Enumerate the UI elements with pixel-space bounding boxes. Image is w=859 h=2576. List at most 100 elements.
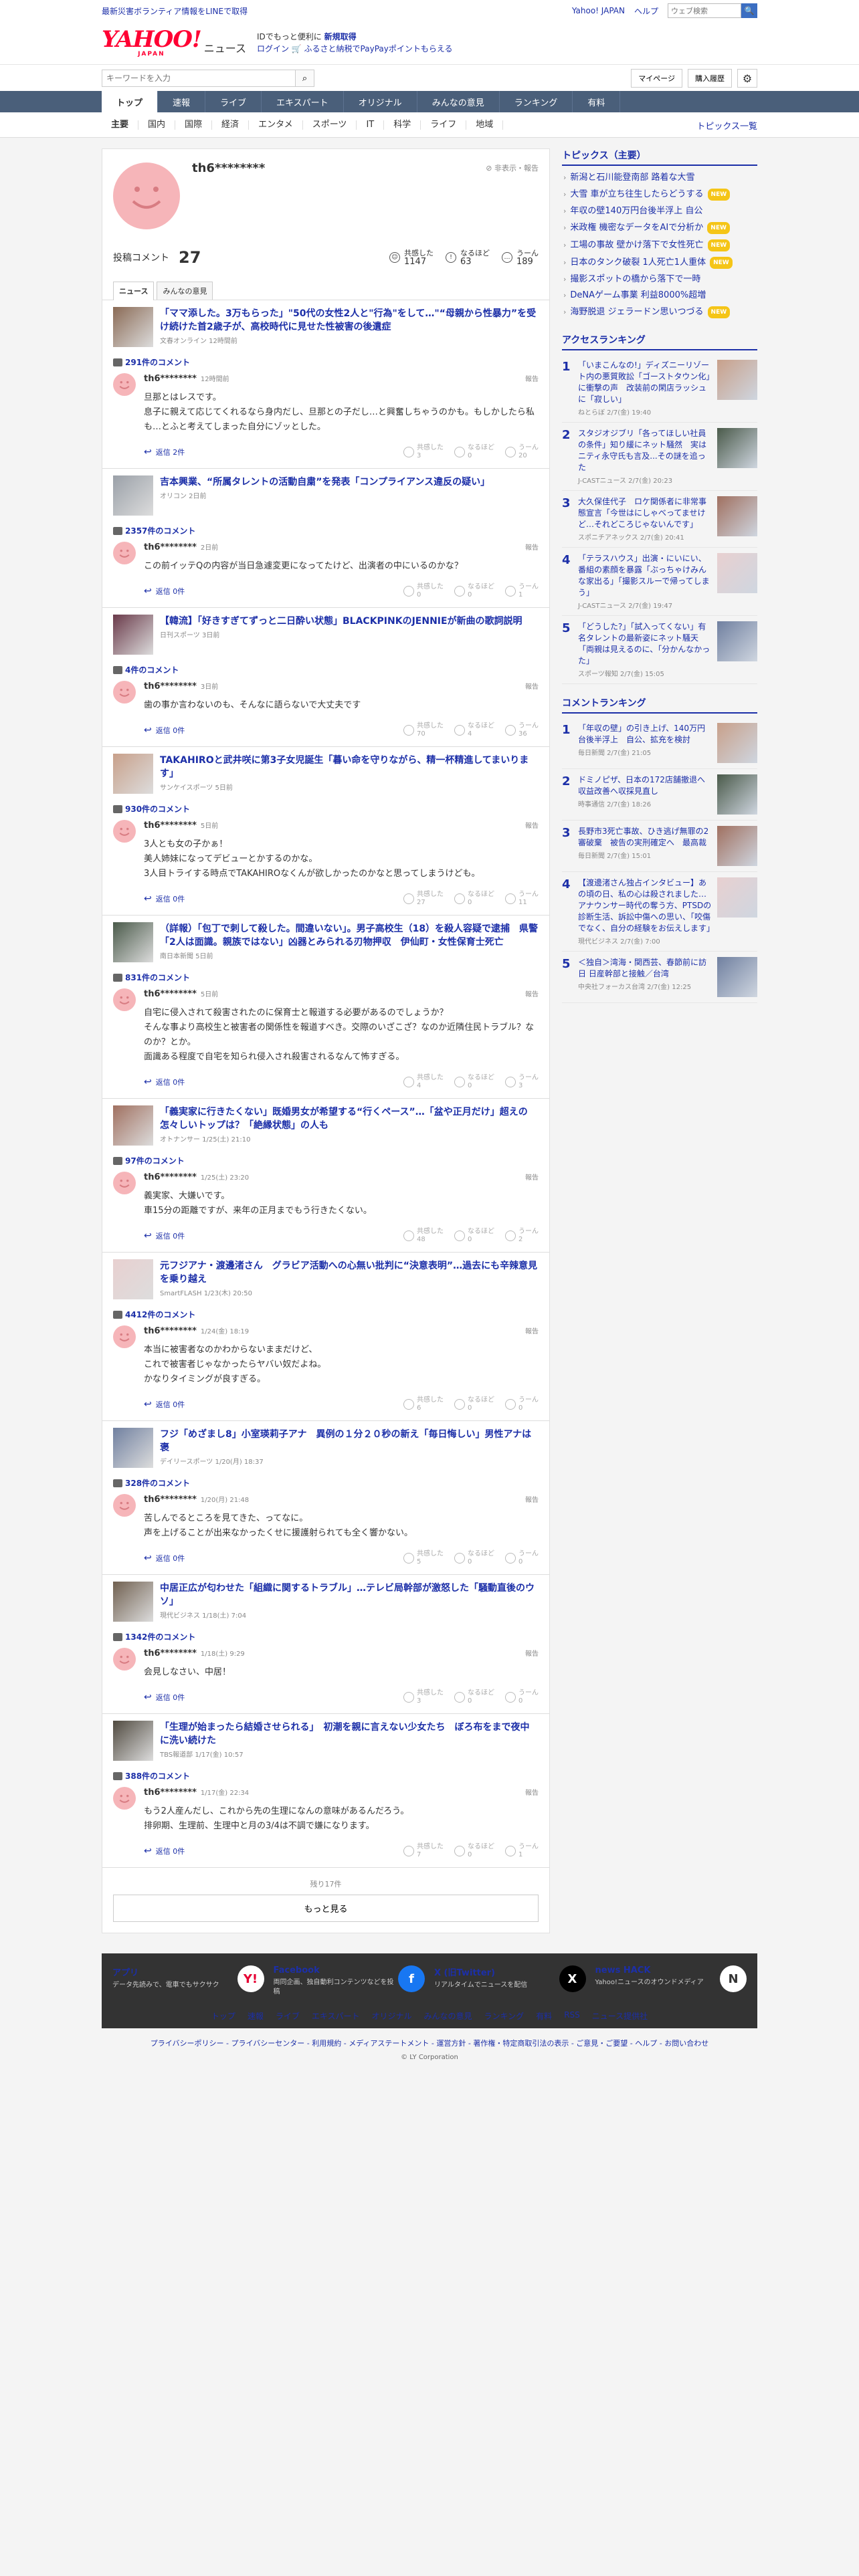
article-link[interactable]: 「生理が始まったら結婚させられる」 初潮を親に言えない少女たち ぼろ布をまで夜中… xyxy=(113,1721,539,1761)
comment-user[interactable]: th6******** xyxy=(144,1495,197,1505)
reaction-insight[interactable]: なるほど 0 xyxy=(454,444,494,460)
cat-life[interactable]: ライフ xyxy=(421,120,467,130)
gnav-original[interactable]: オリジナル xyxy=(344,91,417,112)
topic-item[interactable]: › 撮影スポットの橋から落下で一時 xyxy=(562,272,757,288)
reply-button[interactable]: ↩ 返信 2件 xyxy=(144,447,185,457)
article-title[interactable]: 「ママ添した。3万もらった」"50代の女性2人と"行為"をして…"“母親から性暴… xyxy=(160,307,539,334)
comment-user[interactable]: th6******** xyxy=(144,1326,197,1336)
cat-entertainment[interactable]: エンタメ xyxy=(249,120,303,130)
mypage-button[interactable]: マイページ xyxy=(631,69,682,88)
report-link[interactable]: 報告 xyxy=(525,988,539,998)
comment-count-link[interactable]: 388件のコメント xyxy=(113,1770,539,1782)
topic-item[interactable]: › DeNAゲーム事業 利益8000%超増 xyxy=(562,288,757,304)
cat-business[interactable]: 経済 xyxy=(212,120,250,130)
footer-link[interactable]: 速報 xyxy=(248,2010,264,2022)
article-thumbnail[interactable] xyxy=(113,1428,153,1468)
comment-count-link[interactable]: 1342件のコメント xyxy=(113,1631,539,1642)
reaction-empathy[interactable]: 共感した 6 xyxy=(403,1396,444,1412)
disaster-notice-link[interactable]: 最新災害ボランティア情報をLINEで取得 xyxy=(102,5,248,17)
article-title[interactable]: TAKAHIROと武井咲に第3子女児誕生「暮い命を守りながら、精一杯精進してまい… xyxy=(160,754,539,780)
topic-item[interactable]: › 年収の壁140万円台後半浮上 自公 xyxy=(562,203,757,219)
footer-link[interactable]: オリジナル xyxy=(372,2010,412,2022)
comment-count-link[interactable]: 291件のコメント xyxy=(113,356,539,368)
reaction-empathy[interactable]: 共感した 7 xyxy=(403,1843,444,1859)
article-thumbnail[interactable] xyxy=(113,1105,153,1146)
signup-link[interactable]: 新規取得 xyxy=(324,32,357,41)
footer-promo[interactable]: Facebook 両同企画、独自動利コンテンツなどを投稿 f xyxy=(274,1965,425,1997)
topics-list-link[interactable]: トピックス一覧 xyxy=(696,119,757,132)
reply-button[interactable]: ↩ 返信 0件 xyxy=(144,725,185,736)
comment-count-link[interactable]: 2357件のコメント xyxy=(113,525,539,536)
footer-link[interactable]: ニュース提供社 xyxy=(592,2010,648,2022)
ranking-item[interactable]: 2 ドミノピザ、日本の172店舗撤退へ 収益改善へ収採見直し 時事通信 2/7(金)… xyxy=(562,769,757,821)
article-link[interactable]: 中居正広が匂わせた「組織に関するトラブル」…テレビ局幹部が激怒した「騒動直後のウ… xyxy=(113,1582,539,1622)
comment-count-link[interactable]: 831件のコメント xyxy=(113,972,539,983)
topic-item[interactable]: › 日本のタンク破裂 1人死亡1人重体 NEW xyxy=(562,254,757,272)
article-link[interactable]: TAKAHIROと武井咲に第3子女児誕生「暮い命を守りながら、精一杯精進してまい… xyxy=(113,754,539,794)
article-thumbnail[interactable] xyxy=(113,754,153,794)
gnav-top[interactable]: トップ xyxy=(102,91,159,112)
web-search-button[interactable]: 🔍 xyxy=(741,3,757,18)
topic-item[interactable]: › 米政権 機密なデータをAIで分析か NEW xyxy=(562,219,757,237)
load-more-button[interactable]: もっと見る xyxy=(113,1895,539,1922)
footer-link[interactable]: ライブ xyxy=(276,2010,300,2022)
ranking-item[interactable]: 2 スタジオジブリ「各ってほしい社員の条件」知り緩にネット騒然 実はニティ永守氏も… xyxy=(562,423,757,491)
article-thumbnail[interactable] xyxy=(113,307,153,347)
reaction-hmm[interactable]: うーん 36 xyxy=(505,722,539,738)
reaction-hmm[interactable]: うーん 1 xyxy=(505,583,539,599)
comment-count-link[interactable]: 328件のコメント xyxy=(113,1477,539,1489)
reply-button[interactable]: ↩ 返信 0件 xyxy=(144,1230,185,1241)
article-title[interactable]: 「義実家に行きたくない」既婚男女が希望する“行くペース”…「盆や正月だけ」超えの… xyxy=(160,1105,539,1132)
footer-link[interactable]: みんなの意見 xyxy=(424,2010,472,2022)
ranking-item[interactable]: 5 「どうした?」「試入ってくない」有名タレントの最新姿にネット騒天「両親は見える… xyxy=(562,616,757,684)
tab-news[interactable]: ニュース xyxy=(113,282,155,300)
reaction-hmm[interactable]: うーん 3 xyxy=(505,1074,539,1090)
article-thumbnail[interactable] xyxy=(113,1582,153,1622)
search-icon[interactable]: ⌕ xyxy=(296,70,314,87)
gnav-breaking[interactable]: 速報 xyxy=(158,91,206,112)
cat-sports[interactable]: スポーツ xyxy=(303,120,357,130)
article-title[interactable]: 【韓流】「好きすぎてずっと二日酔い状態」BLACKPINKのJENNIEが新曲の… xyxy=(160,615,522,628)
report-link[interactable]: 報告 xyxy=(525,1787,539,1797)
web-search-input[interactable] xyxy=(668,3,741,18)
ranking-item[interactable]: 4 「テラスハウス」出演・にいにい、番組の素顔を暴露「ぶっちゃけみんな家出る」「撮… xyxy=(562,548,757,616)
topic-item[interactable]: › 工場の事故 壁かけ落下で女性死亡 NEW xyxy=(562,237,757,254)
gnav-ranking[interactable]: ランキング xyxy=(500,91,573,112)
report-link[interactable]: 報告 xyxy=(525,681,539,691)
gnav-paid[interactable]: 有料 xyxy=(573,91,621,112)
footer-promo[interactable]: news HACK Yahoo!ニュースのオウンドメディア N xyxy=(595,1965,747,1997)
yahoo-news-logo[interactable]: YAHOO! JAPAN ニュース xyxy=(102,28,246,58)
article-title[interactable]: フジ「めざまし8」小室瑛莉子アナ 異例の１分２０秒の新え「毎日悔しい」男性アナは… xyxy=(160,1428,539,1455)
reaction-empathy[interactable]: 共感した 4 xyxy=(403,1074,444,1090)
footer-link[interactable]: エキスパート xyxy=(312,2010,360,2022)
article-title[interactable]: 中居正広が匂わせた「組織に関するトラブル」…テレビ局幹部が激怒した「騒動直後のウ… xyxy=(160,1582,539,1608)
report-link[interactable]: 報告 xyxy=(525,1494,539,1504)
ranking-item[interactable]: 3 大久保佳代子 ロケ関係者に非常事態宣言「今世はにしゃべってませけど…それどころ… xyxy=(562,491,757,548)
reaction-hmm[interactable]: うーん 1 xyxy=(505,1843,539,1859)
report-link[interactable]: 報告 xyxy=(525,1648,539,1658)
reaction-empathy[interactable]: 共感した 3 xyxy=(403,1689,444,1705)
reaction-hmm[interactable]: うーん 0 xyxy=(505,1396,539,1412)
reply-button[interactable]: ↩ 返信 0件 xyxy=(144,586,185,597)
gear-icon[interactable]: ⚙ xyxy=(737,69,757,88)
keyword-input[interactable] xyxy=(102,70,296,87)
report-link[interactable]: 報告 xyxy=(525,1172,539,1182)
reaction-hmm[interactable]: うーん 2 xyxy=(505,1228,539,1244)
reply-button[interactable]: ↩ 返信 0件 xyxy=(144,1077,185,1087)
comment-count-link[interactable]: 930件のコメント xyxy=(113,803,539,815)
reaction-empathy[interactable]: 共感した 0 xyxy=(403,583,444,599)
reaction-hmm[interactable]: うーん 0 xyxy=(505,1689,539,1705)
footer-link[interactable]: 有料 xyxy=(536,2010,552,2022)
yahoo-japan-link[interactable]: Yahoo! JAPAN xyxy=(572,6,625,15)
report-link[interactable]: 報告 xyxy=(525,1325,539,1335)
hide-report-link[interactable]: ⊘ 非表示・報告 xyxy=(486,163,539,173)
reaction-empathy[interactable]: 共感した 3 xyxy=(403,444,444,460)
reaction-hmm[interactable]: うーん 20 xyxy=(505,444,539,460)
report-link[interactable]: 報告 xyxy=(525,373,539,383)
ranking-item[interactable]: 4 【渡邊渚さん独占インタビュー】あの頃の日、私の心は殺されました…アナウンサー時… xyxy=(562,872,757,952)
gnav-live[interactable]: ライブ xyxy=(205,91,262,112)
topic-item[interactable]: › 海野脱退 ジェラードン思いつづる NEW xyxy=(562,304,757,321)
comment-user[interactable]: th6******** xyxy=(144,1788,197,1798)
article-link[interactable]: 「義実家に行きたくない」既婚男女が希望する“行くペース”…「盆や正月だけ」超えの… xyxy=(113,1105,539,1146)
reaction-empathy[interactable]: 共感した 70 xyxy=(403,722,444,738)
